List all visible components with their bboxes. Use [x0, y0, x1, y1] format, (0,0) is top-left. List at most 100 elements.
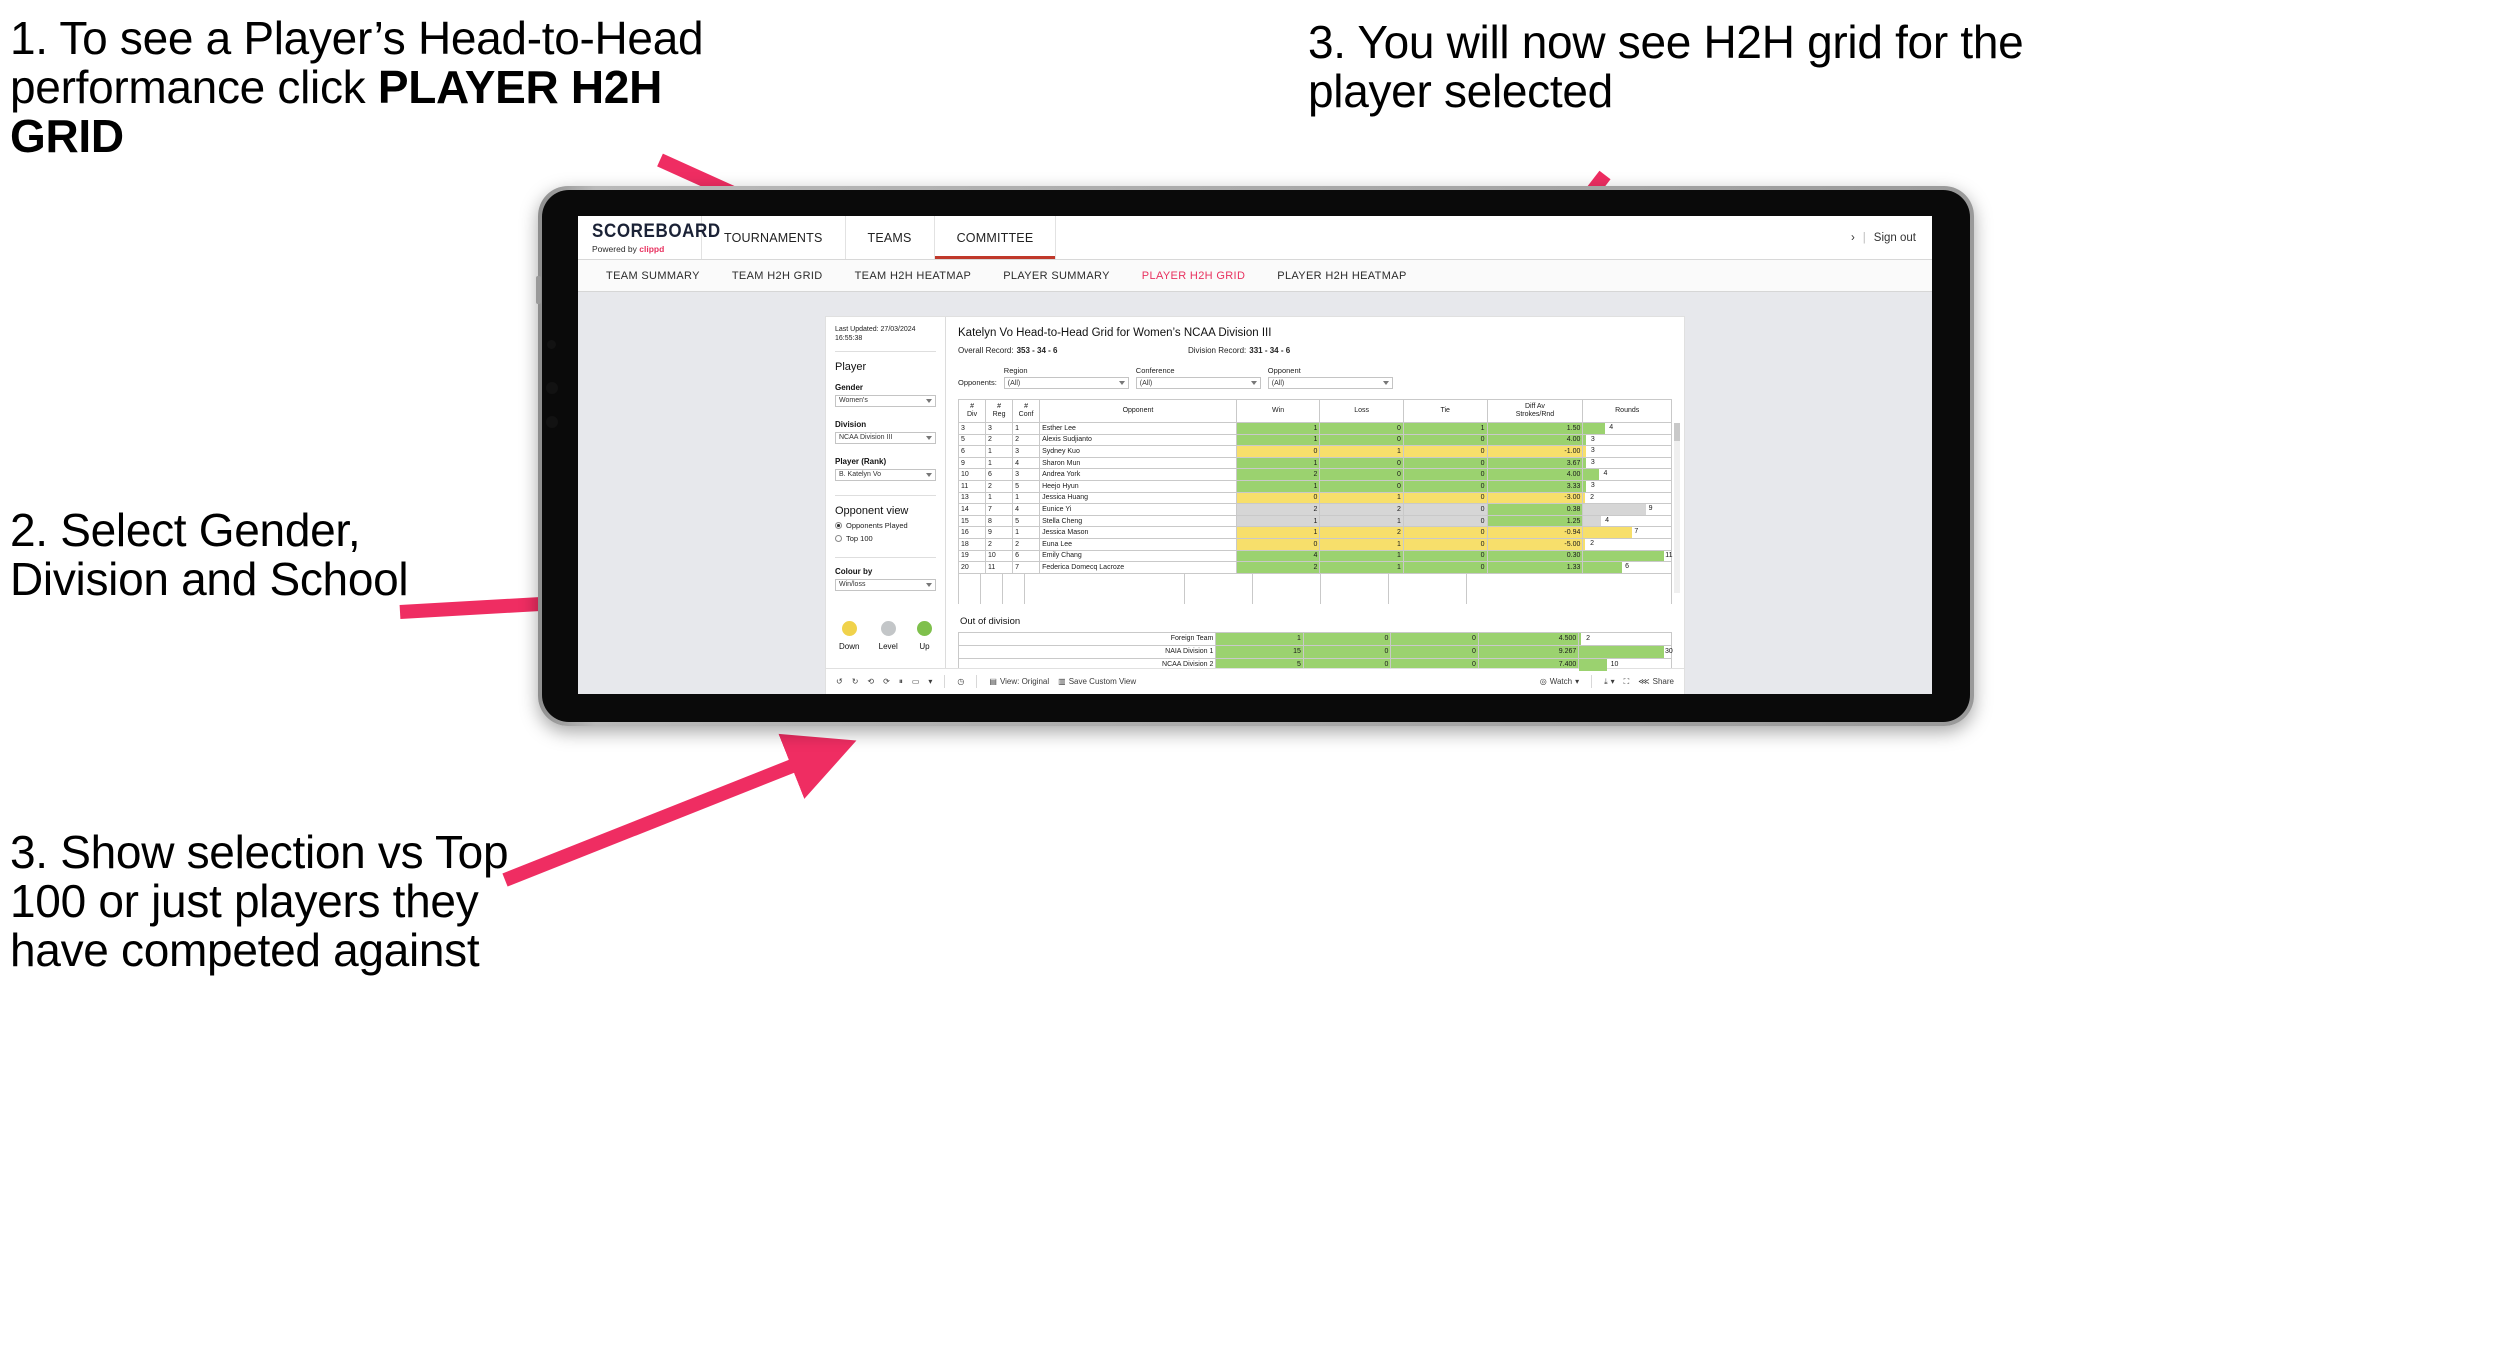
- rounds-bar-fill: [1583, 469, 1600, 480]
- table-row[interactable]: 10 6 3 Andrea York 2 0 0 4.00 4: [957, 468, 1672, 481]
- primary-nav: TOURNAMENTS TEAMS COMMITTEE: [702, 216, 1057, 259]
- watch-button[interactable]: ◎ Watch ▾: [1540, 677, 1579, 686]
- table-row[interactable]: 5 2 2 Alexis Sudjianto 1 0 0 4.00 3: [957, 433, 1672, 447]
- table-scrollbar-thumb[interactable]: [1674, 423, 1680, 441]
- cell-div: 3: [957, 422, 987, 435]
- th-reg[interactable]: # Reg: [985, 399, 1014, 423]
- th-loss[interactable]: Loss: [1319, 399, 1404, 423]
- division-select[interactable]: NCAA Division III: [835, 431, 936, 444]
- clock-history-icon[interactable]: ◷: [957, 677, 964, 686]
- cell-win: 1: [1235, 422, 1321, 435]
- table-row[interactable]: 14 7 4 Eunice Yi 2 2 0 0.38 9: [957, 503, 1672, 516]
- nav-item-tournaments[interactable]: TOURNAMENTS: [702, 216, 846, 259]
- table-row[interactable]: 13 1 1 Jessica Huang 0 1 0 -3.00 2: [957, 491, 1672, 505]
- player-select[interactable]: B. Katelyn Vo: [835, 468, 936, 481]
- out-of-division-row[interactable]: Foreign Team 1 0 0 4.500 2: [957, 631, 1672, 646]
- legend-dot-down: [841, 620, 857, 636]
- revert-icon[interactable]: ⟲: [867, 677, 874, 686]
- cell-diff: -3.00: [1486, 491, 1584, 505]
- device-button-power[interactable]: [536, 276, 541, 304]
- table-row[interactable]: 20 11 7 Federica Domecq Lacroze 2 1 0 1.33 6: [957, 561, 1672, 574]
- cell-opponent: Esther Lee: [1039, 422, 1237, 435]
- cell-opponent: Sydney Kuo: [1039, 445, 1237, 458]
- region-select-value: (All): [1007, 379, 1021, 387]
- cell-loss: 1: [1319, 549, 1404, 563]
- cell-div: 15: [957, 514, 987, 528]
- account-area: › | Sign out: [1851, 216, 1932, 259]
- cell-loss: 1: [1319, 445, 1404, 458]
- account-chevron-icon[interactable]: ›: [1851, 232, 1855, 244]
- highlight-icon[interactable]: ▭: [912, 677, 920, 686]
- table-row[interactable]: 18 2 2 Euna Lee 0 1 0 -5.00 2: [957, 537, 1672, 551]
- table-row[interactable]: 16 9 1 Jessica Mason 1 2 0 -0.94 7: [957, 526, 1672, 539]
- th-diff[interactable]: Diff Av Strokes/Rnd: [1486, 399, 1584, 423]
- cell-diff: 4.00: [1486, 433, 1584, 447]
- app-header: SCOREBOARD Powered by clippd TOURNAMENTS…: [578, 216, 1932, 260]
- tab-team-h2h-grid[interactable]: TEAM H2H GRID: [716, 270, 839, 282]
- opponent-select[interactable]: (All): [1267, 377, 1393, 389]
- table-row[interactable]: 6 1 3 Sydney Kuo 0 1 0 -1.00 3: [957, 445, 1672, 458]
- cell-win: 1: [1235, 479, 1321, 493]
- cell-loss: 0: [1319, 433, 1404, 447]
- tab-player-h2h-heatmap[interactable]: PLAYER H2H HEATMAP: [1261, 270, 1422, 282]
- th-rounds[interactable]: Rounds: [1582, 399, 1672, 423]
- brand-logo[interactable]: SCOREBOARD Powered by clippd: [578, 216, 720, 259]
- cell-diff: 4.00: [1486, 468, 1584, 481]
- conference-select[interactable]: (All): [1135, 377, 1261, 389]
- nav-item-committee[interactable]: COMMITTEE: [935, 216, 1057, 259]
- table-row[interactable]: 15 8 5 Stella Cheng 1 1 0 1.25 4: [957, 514, 1672, 528]
- table-row[interactable]: 19 10 6 Emily Chang 4 1 0 0.30 11: [957, 549, 1673, 563]
- th-tie[interactable]: Tie: [1402, 399, 1488, 423]
- cell-rounds-bar: 3: [1582, 456, 1672, 470]
- view-original-button[interactable]: ▤ View: Original: [989, 677, 1049, 686]
- cell-ood-diff: 4.500: [1477, 631, 1580, 646]
- th-win[interactable]: Win: [1235, 399, 1321, 423]
- cell-tie: 0: [1402, 433, 1488, 447]
- rounds-bar-label: 3: [1590, 481, 1595, 489]
- th-opponent[interactable]: Opponent: [1039, 399, 1237, 423]
- cell-win: 2: [1235, 503, 1321, 516]
- th-conf[interactable]: # Conf: [1012, 399, 1041, 423]
- cell-tie: 0: [1402, 503, 1488, 516]
- rounds-bar-label: 4: [1609, 424, 1614, 431]
- device-speaker-2: [546, 416, 558, 428]
- rounds-bar-label: 3: [1590, 458, 1595, 466]
- save-custom-view-button[interactable]: ▥ Save Custom View: [1058, 677, 1136, 686]
- main-content: Katelyn Vo Head-to-Head Grid for Women’s…: [946, 317, 1684, 672]
- tab-player-h2h-grid[interactable]: PLAYER H2H GRID: [1126, 270, 1261, 282]
- sign-out-link[interactable]: Sign out: [1874, 232, 1916, 244]
- tab-team-summary[interactable]: TEAM SUMMARY: [590, 270, 716, 282]
- gender-select[interactable]: Women's: [835, 394, 936, 407]
- cell-ood-name: NAIA Division 1: [957, 644, 1217, 659]
- workspace: Last Updated: 27/03/2024 16:55:38 Player…: [578, 293, 1932, 694]
- cell-tie: 0: [1402, 491, 1488, 505]
- fullscreen-icon[interactable]: ⛶: [1624, 677, 1630, 687]
- last-updated-date: Last Updated: 27/03/2024: [835, 326, 916, 333]
- download-button[interactable]: ⤓ ▾: [1604, 677, 1615, 687]
- tab-player-summary[interactable]: PLAYER SUMMARY: [987, 270, 1126, 282]
- chevron-down-icon[interactable]: ▾: [928, 677, 932, 686]
- tab-team-h2h-heatmap[interactable]: TEAM H2H HEATMAP: [839, 270, 988, 282]
- table-row[interactable]: 9 1 4 Sharon Mun 1 0 0 3.67 3: [957, 456, 1672, 470]
- colour-by-select[interactable]: Win/loss: [835, 578, 936, 591]
- pause-auto-update-icon[interactable]: ⏸: [899, 677, 903, 687]
- viz-toolbar: ↺ ↻ ⟲ ⟳ ⏸ ▭ ▾ ◷ ▤ View: Original ▥ Save Cu…: [826, 668, 1684, 694]
- nav-item-teams[interactable]: TEAMS: [846, 216, 935, 259]
- cell-tie: 0: [1402, 456, 1488, 470]
- redo-icon[interactable]: ↻: [852, 677, 859, 686]
- radio-opponents-played[interactable]: Opponents Played: [835, 521, 936, 530]
- table-scrollbar[interactable]: [1674, 423, 1680, 593]
- chevron-down-icon: [1250, 381, 1257, 385]
- table-row[interactable]: 11 2 5 Heejo Hyun 1 0 0 3.33 3: [957, 479, 1672, 493]
- radio-top-100[interactable]: Top 100: [835, 534, 936, 543]
- th-div[interactable]: # Div: [957, 399, 987, 423]
- undo-icon[interactable]: ↺: [836, 677, 843, 686]
- cell-ood-tie: 0: [1390, 631, 1479, 646]
- region-select[interactable]: (All): [1003, 377, 1129, 389]
- table-row[interactable]: 3 3 1 Esther Lee 1 0 1 1.50 4: [957, 422, 1672, 435]
- cell-win: 2: [1235, 468, 1321, 481]
- out-of-division-row[interactable]: NAIA Division 1 15 0 0 9.267 30: [957, 644, 1673, 659]
- refresh-data-icon[interactable]: ⟳: [883, 677, 890, 686]
- field-gender-label: Gender: [835, 382, 864, 392]
- share-button[interactable]: ⋘ Share: [1638, 677, 1674, 686]
